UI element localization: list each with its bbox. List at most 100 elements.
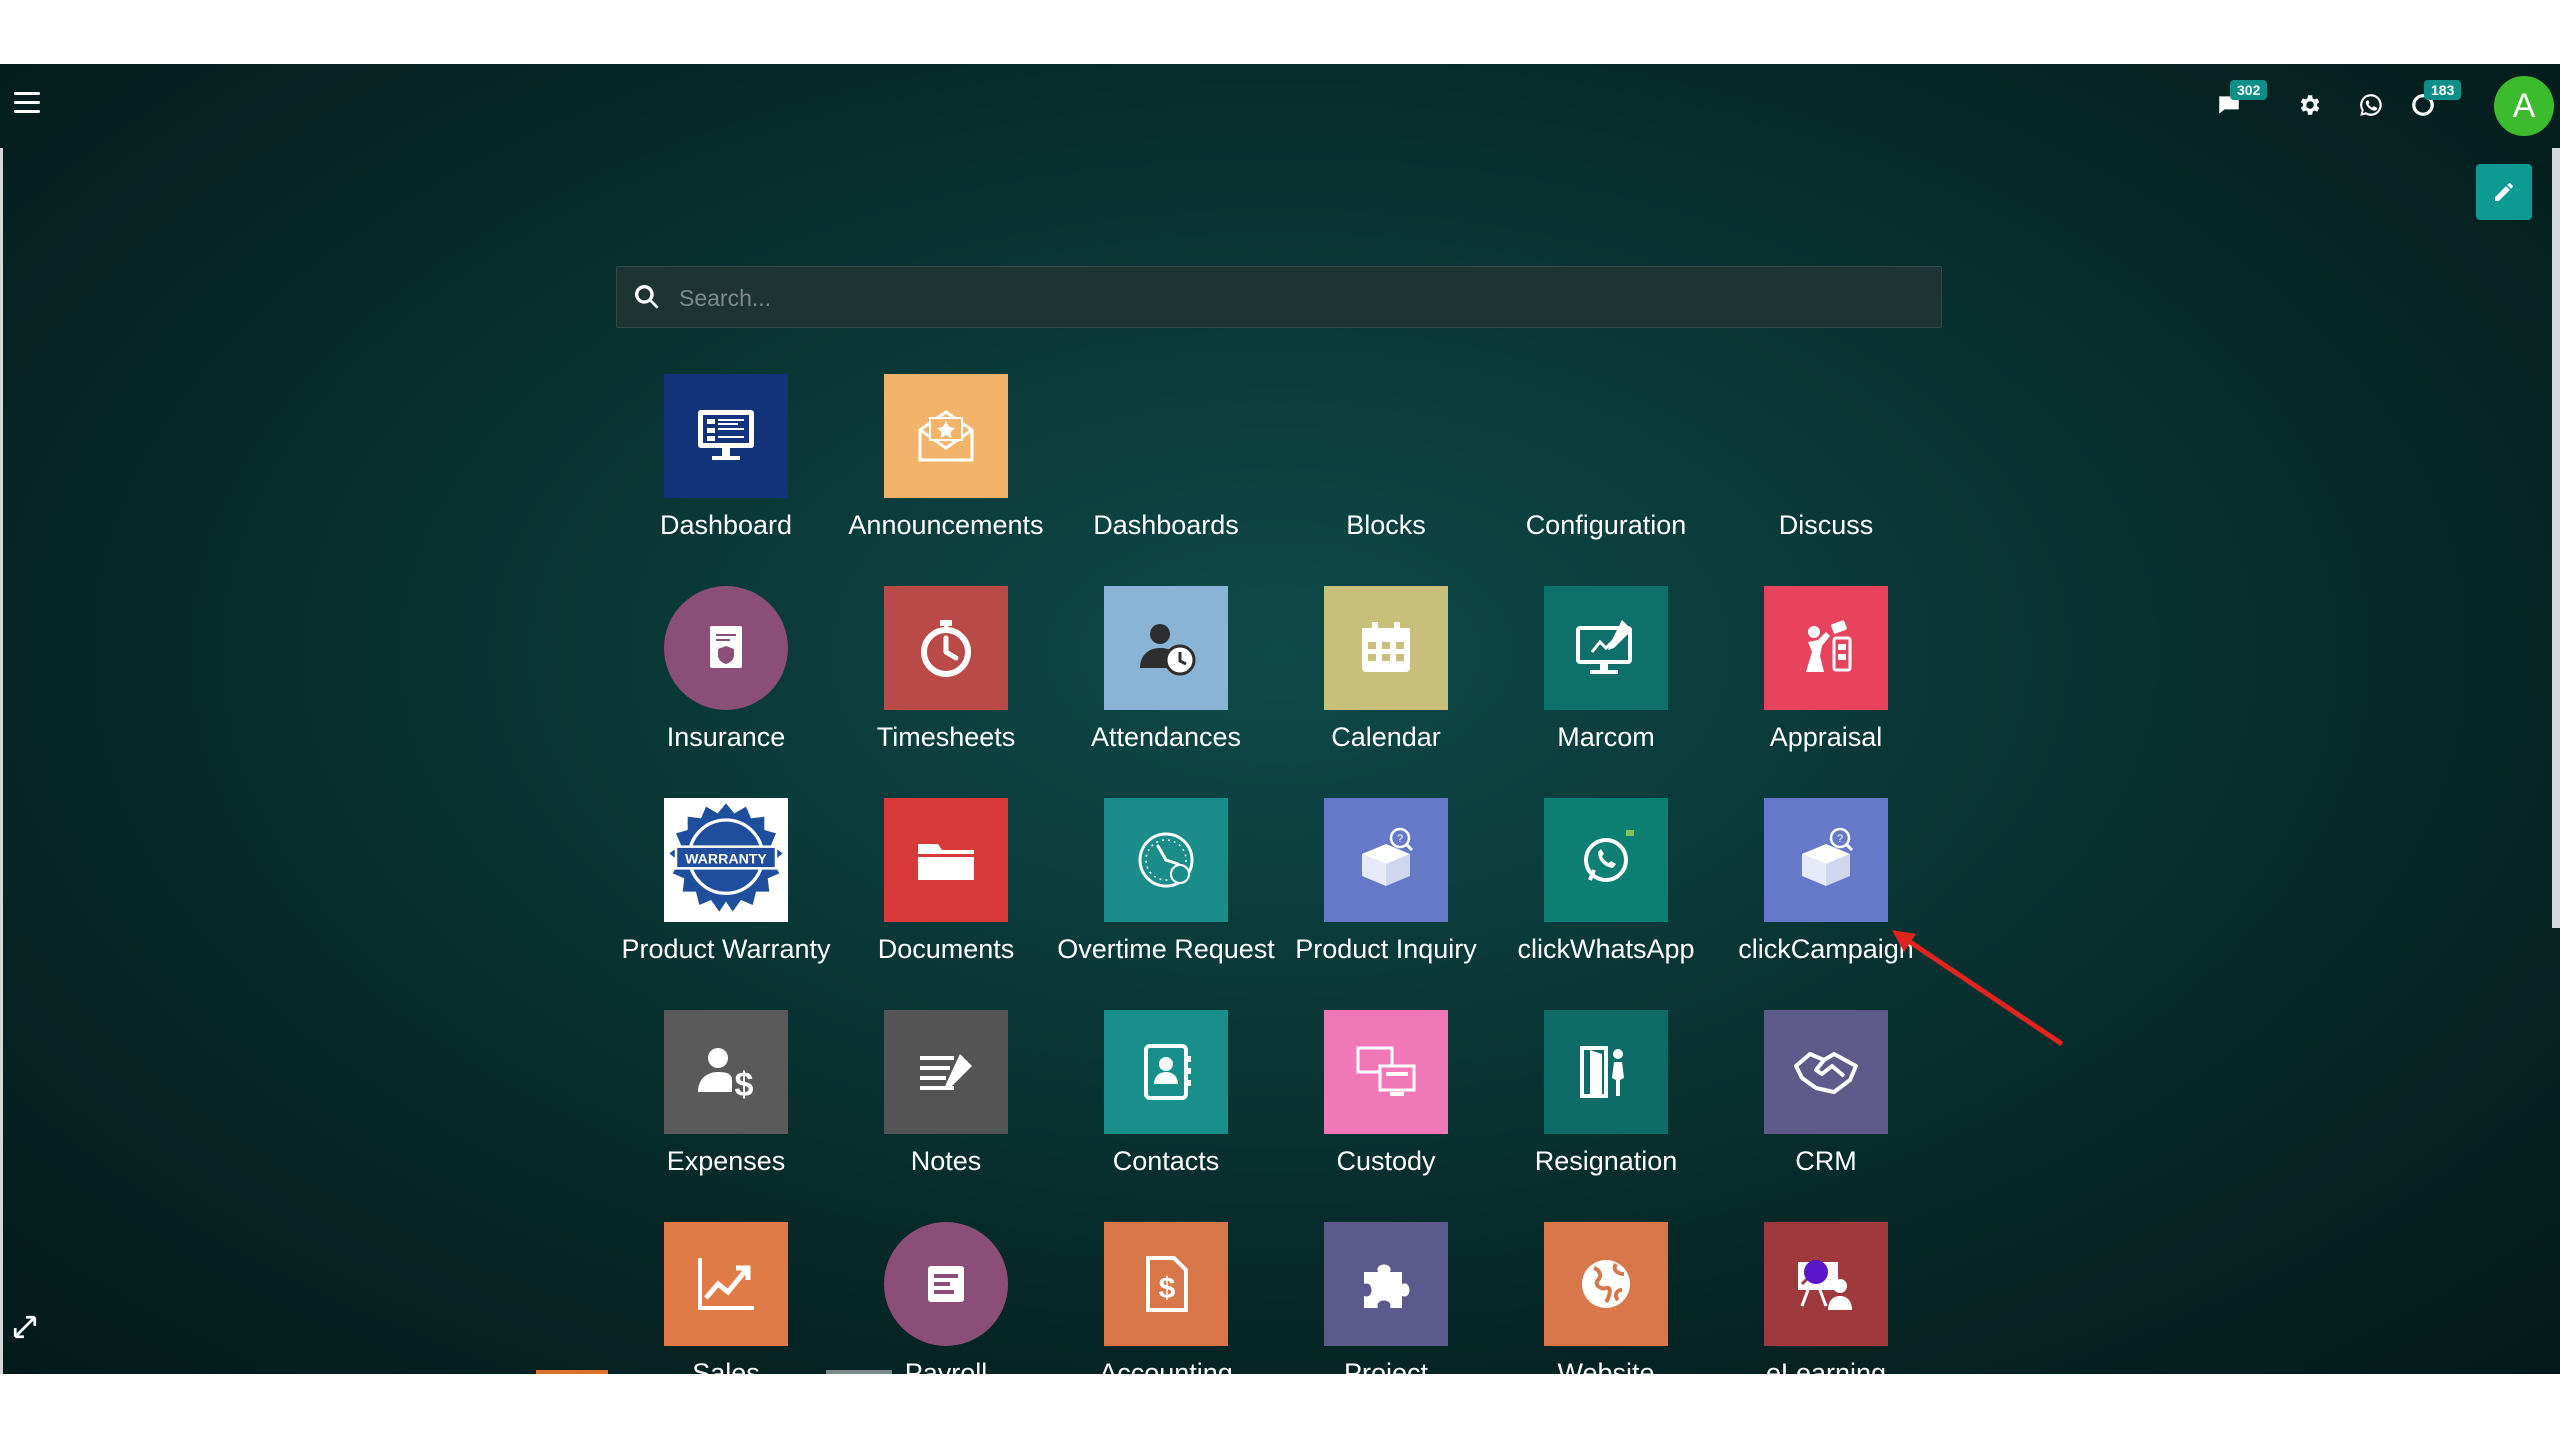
fullscreen-expand-icon[interactable] bbox=[12, 1314, 38, 1340]
app-label: Product Warranty bbox=[621, 934, 831, 964]
svg-text:?: ? bbox=[1397, 833, 1403, 845]
chart-up-icon bbox=[664, 1222, 788, 1346]
user-clock-icon bbox=[1104, 586, 1228, 710]
cursor-indicator bbox=[1804, 1260, 1828, 1284]
app-payroll[interactable]: Payroll bbox=[836, 1218, 1056, 1374]
messages-badge: 302 bbox=[2230, 80, 2268, 100]
pencil-icon bbox=[2495, 183, 2513, 201]
app-label: clickWhatsApp bbox=[1517, 934, 1695, 964]
gear-icon bbox=[2300, 95, 2320, 115]
app-product-inquiry[interactable]: ? Product Inquiry bbox=[1276, 794, 1496, 994]
app-expenses[interactable]: $ Expenses bbox=[616, 1006, 836, 1206]
app-label: Overtime Request bbox=[1057, 934, 1275, 964]
whatsapp-button[interactable] bbox=[2354, 88, 2388, 122]
box-question-icon: ? bbox=[1324, 798, 1448, 922]
app-discuss[interactable]: Discuss bbox=[1716, 370, 1936, 570]
app-label: Appraisal bbox=[1769, 722, 1883, 752]
dollar-document-icon: $ bbox=[1104, 1222, 1228, 1346]
app-label: Dashboard bbox=[659, 510, 793, 540]
app-insurance[interactable]: Insurance bbox=[616, 582, 836, 782]
whatsapp-icon bbox=[1544, 798, 1668, 922]
messages-button[interactable]: 302 bbox=[2212, 80, 2268, 122]
app-contacts[interactable]: Contacts bbox=[1056, 1006, 1276, 1206]
search-icon bbox=[635, 285, 659, 309]
taskbar-indicator bbox=[826, 1370, 892, 1374]
app-overtime-request[interactable]: Overtime Request bbox=[1056, 794, 1276, 994]
address-book-icon bbox=[1104, 1010, 1228, 1134]
taskbar-indicator bbox=[536, 1370, 608, 1374]
app-marcom[interactable]: Marcom bbox=[1496, 582, 1716, 782]
app-blocks[interactable]: Blocks bbox=[1276, 370, 1496, 570]
scrollbar[interactable] bbox=[2552, 148, 2560, 928]
home-menu: 302 183 A Dashboard bbox=[0, 64, 2560, 1374]
menu-toggle-icon[interactable] bbox=[14, 92, 40, 114]
app-project[interactable]: Project bbox=[1276, 1218, 1496, 1374]
insurance-document-icon bbox=[664, 586, 788, 710]
app-label: CRM bbox=[1795, 1146, 1857, 1176]
app-custody[interactable]: Custody bbox=[1276, 1006, 1496, 1206]
svg-text:?: ? bbox=[1837, 833, 1843, 845]
settings-button[interactable] bbox=[2292, 88, 2326, 122]
red-arrow-annotation bbox=[1892, 930, 2064, 1047]
app-timesheets[interactable]: Timesheets bbox=[836, 582, 1056, 782]
app-label: Announcements bbox=[848, 510, 1044, 540]
app-label: Custody bbox=[1336, 1146, 1436, 1176]
app-appraisal[interactable]: Appraisal bbox=[1716, 582, 1936, 782]
app-product-warranty[interactable]: WARRANTY Product Warranty bbox=[616, 794, 836, 994]
appraisal-icon bbox=[1764, 586, 1888, 710]
app-documents[interactable]: Documents bbox=[836, 794, 1056, 994]
app-dashboard[interactable]: Dashboard bbox=[616, 370, 836, 570]
screens-icon bbox=[1324, 1010, 1448, 1134]
app-label: Calendar bbox=[1331, 722, 1441, 752]
stopwatch-icon bbox=[884, 586, 1008, 710]
app-sales[interactable]: Sales bbox=[616, 1218, 836, 1374]
app-label: Timesheets bbox=[876, 722, 1016, 752]
exit-door-icon bbox=[1544, 1010, 1668, 1134]
monitor-pen-icon bbox=[1544, 586, 1668, 710]
search-bar[interactable] bbox=[616, 266, 1942, 329]
handshake-icon bbox=[1764, 1010, 1888, 1134]
app-label: eLearning bbox=[1765, 1358, 1887, 1374]
user-avatar[interactable]: A bbox=[2494, 76, 2554, 136]
app-notes[interactable]: Notes bbox=[836, 1006, 1056, 1206]
app-label: Dashboards bbox=[1093, 510, 1239, 540]
activity-badge: 183 bbox=[2424, 80, 2462, 100]
user-dollar-icon: $ bbox=[664, 1010, 788, 1134]
notes-pen-icon bbox=[884, 1010, 1008, 1134]
app-label: Configuration bbox=[1525, 510, 1687, 540]
app-label: Expenses bbox=[666, 1146, 786, 1176]
app-dashboards[interactable]: Dashboards bbox=[1056, 370, 1276, 570]
box-question-icon: ? bbox=[1764, 798, 1888, 922]
app-configuration[interactable]: Configuration bbox=[1496, 370, 1716, 570]
whatsapp-icon bbox=[2360, 94, 2382, 116]
app-calendar[interactable]: Calendar bbox=[1276, 582, 1496, 782]
app-label: Insurance bbox=[666, 722, 786, 752]
app-label: Sales bbox=[692, 1358, 760, 1374]
announcement-envelope-icon bbox=[884, 374, 1008, 498]
search-input[interactable] bbox=[677, 267, 1921, 329]
app-label: Documents bbox=[877, 934, 1015, 964]
svg-text:WARRANTY: WARRANTY bbox=[685, 851, 767, 867]
app-resignation[interactable]: Resignation bbox=[1496, 1006, 1716, 1206]
app-elearning[interactable]: eLearning bbox=[1716, 1218, 1936, 1374]
app-label: Notes bbox=[910, 1146, 982, 1176]
app-label: Website bbox=[1557, 1358, 1655, 1374]
top-bar: 302 183 A bbox=[0, 64, 2560, 144]
edit-home-button[interactable] bbox=[2476, 164, 2532, 220]
app-website[interactable]: Website bbox=[1496, 1218, 1716, 1374]
globe-icon bbox=[1544, 1222, 1668, 1346]
app-attendances[interactable]: Attendances bbox=[1056, 582, 1276, 782]
app-accounting[interactable]: $ Accounting bbox=[1056, 1218, 1276, 1374]
teacher-board-icon bbox=[1764, 1222, 1888, 1346]
warranty-seal-icon: WARRANTY bbox=[664, 798, 788, 922]
activity-button[interactable]: 183 bbox=[2406, 80, 2462, 122]
app-label: Contacts bbox=[1112, 1146, 1220, 1176]
app-announcements[interactable]: Announcements bbox=[836, 370, 1056, 570]
app-label: Discuss bbox=[1778, 510, 1874, 540]
app-clickwhatsapp[interactable]: clickWhatsApp bbox=[1496, 794, 1716, 994]
dashboard-icon bbox=[664, 374, 788, 498]
calendar-icon bbox=[1324, 586, 1448, 710]
folder-icon bbox=[884, 798, 1008, 922]
app-label: Product Inquiry bbox=[1295, 934, 1477, 964]
puzzle-icon bbox=[1324, 1222, 1448, 1346]
